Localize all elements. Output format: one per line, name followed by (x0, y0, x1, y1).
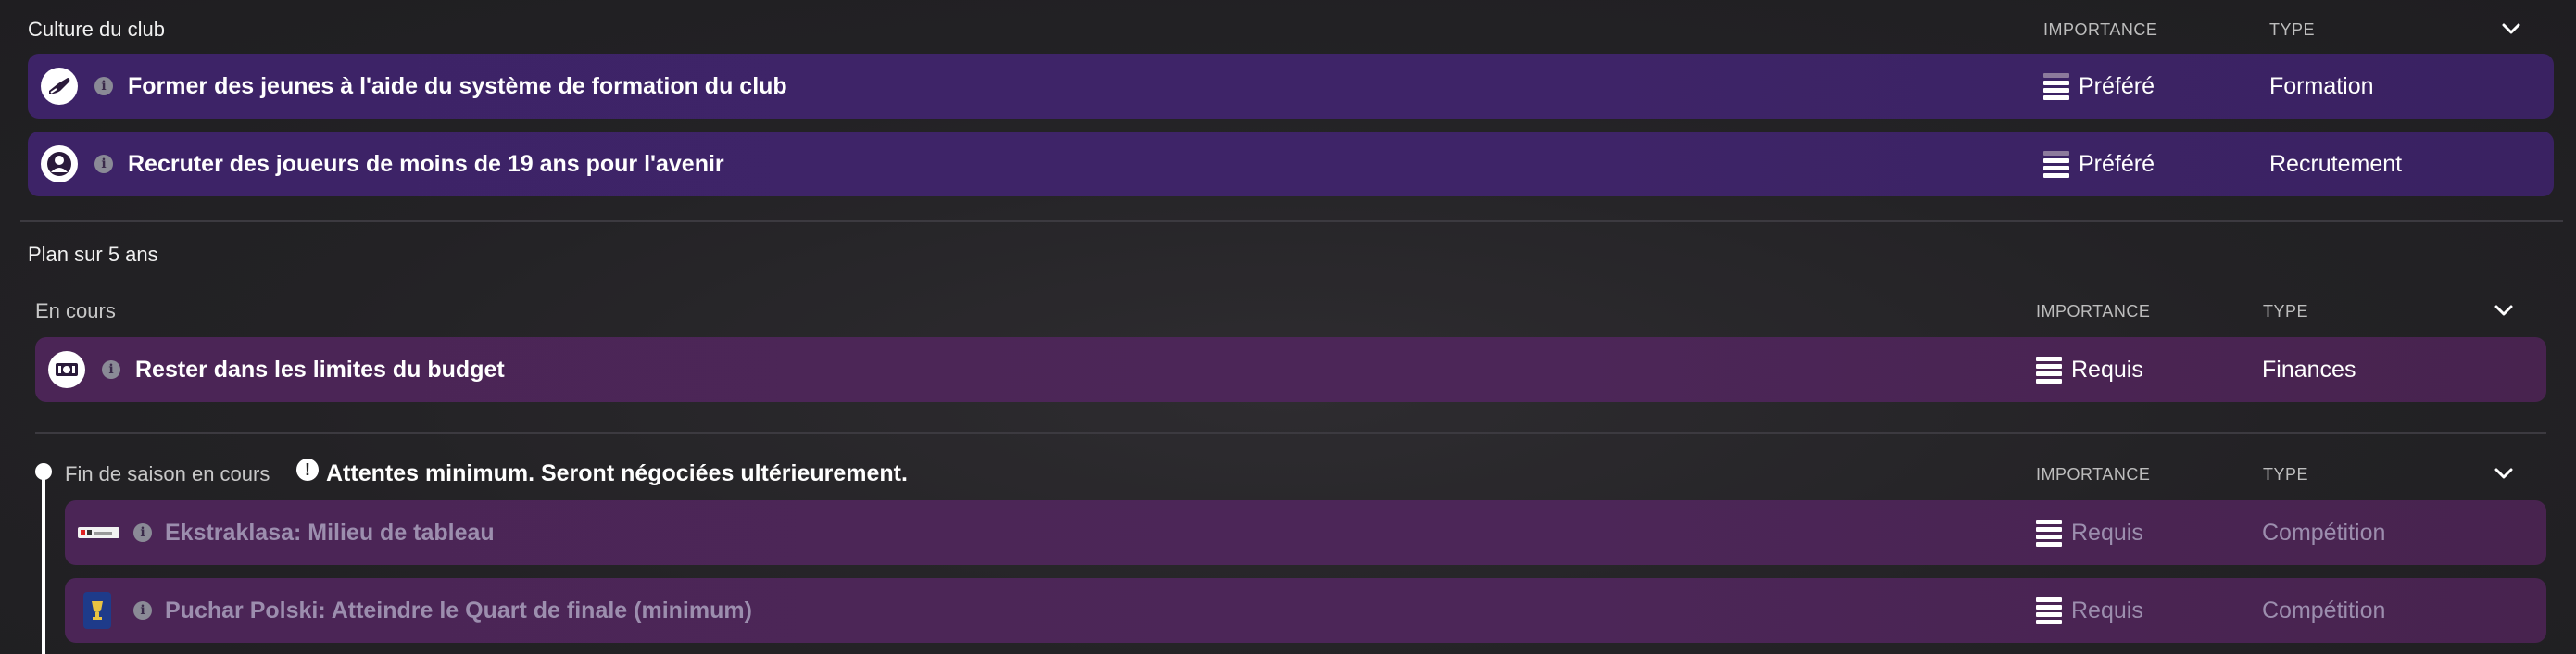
objective-text: Recruter des joueurs de moins de 19 ans … (128, 150, 724, 177)
culture-section-title: Culture du club (28, 18, 165, 41)
warning-text: Attentes minimum. Seront négociées ultér… (326, 460, 908, 486)
chevron-down-icon[interactable] (2494, 300, 2514, 321)
objective-text: Rester dans les limites du budget (135, 356, 505, 383)
importance-value: Requis (2036, 356, 2143, 384)
importance-label: Requis (2071, 519, 2143, 546)
section-divider (35, 432, 2546, 434)
importance-label: Requis (2071, 356, 2143, 383)
section-divider (20, 220, 2563, 222)
info-icon[interactable]: i (102, 360, 120, 379)
in-progress-col-type[interactable]: TYPE (2263, 302, 2308, 321)
person-icon (41, 145, 78, 182)
importance-bars-icon (2036, 356, 2062, 384)
importance-bars-icon (2036, 597, 2062, 624)
puchar-polski-logo-icon (83, 592, 111, 629)
season-row-ekstraklasa[interactable]: i Ekstraklasa: Milieu de tableau Requis … (65, 500, 2546, 565)
season-row-puchar-polski[interactable]: i Puchar Polski: Atteindre le Quart de f… (65, 578, 2546, 643)
season-end-col-importance[interactable]: IMPORTANCE (2036, 465, 2150, 484)
type-value: Finances (2262, 356, 2356, 383)
type-value: Compétition (2262, 597, 2386, 623)
plan-section-title: Plan sur 5 ans (28, 243, 158, 266)
ekstraklasa-logo-icon (78, 527, 119, 538)
chevron-down-icon[interactable] (2494, 463, 2514, 484)
importance-value: Préféré (2043, 72, 2155, 100)
objective-text: Former des jeunes à l'aide du système de… (128, 72, 787, 99)
importance-bars-icon (2043, 150, 2069, 178)
in-progress-label: En cours (35, 299, 116, 322)
timeline-line (42, 478, 45, 654)
info-icon[interactable]: i (133, 601, 152, 620)
warning-icon: ! (296, 459, 319, 481)
objective-text: Ekstraklasa: Milieu de tableau (165, 519, 495, 546)
in-progress-col-importance[interactable]: IMPORTANCE (2036, 302, 2150, 321)
culture-col-importance[interactable]: IMPORTANCE (2043, 20, 2157, 40)
type-value: Recrutement (2269, 150, 2403, 177)
chevron-down-icon[interactable] (2501, 19, 2521, 39)
culture-row-formation[interactable]: i Former des jeunes à l'aide du système … (28, 54, 2554, 119)
culture-col-type[interactable]: TYPE (2269, 20, 2315, 40)
importance-label: Requis (2071, 597, 2143, 623)
money-icon (48, 351, 85, 388)
importance-value: Requis (2036, 519, 2143, 547)
type-value: Formation (2269, 72, 2374, 99)
importance-value: Préféré (2043, 150, 2155, 178)
info-icon[interactable]: i (94, 77, 113, 95)
info-icon[interactable]: i (133, 523, 152, 542)
importance-bars-icon (2036, 519, 2062, 547)
plan-row-budget[interactable]: i Rester dans les limites du budget Requ… (35, 337, 2546, 402)
info-icon[interactable]: i (94, 155, 113, 173)
season-end-col-type[interactable]: TYPE (2263, 465, 2308, 484)
objective-text: Puchar Polski: Atteindre le Quart de fin… (165, 597, 752, 623)
boot-icon (41, 68, 78, 105)
type-value: Compétition (2262, 519, 2386, 546)
importance-value: Requis (2036, 597, 2143, 624)
culture-row-recrutement[interactable]: i Recruter des joueurs de moins de 19 an… (28, 132, 2554, 196)
importance-label: Préféré (2079, 150, 2155, 177)
importance-label: Préféré (2079, 72, 2155, 99)
season-end-label: Fin de saison en cours (65, 462, 270, 485)
importance-bars-icon (2043, 72, 2069, 100)
